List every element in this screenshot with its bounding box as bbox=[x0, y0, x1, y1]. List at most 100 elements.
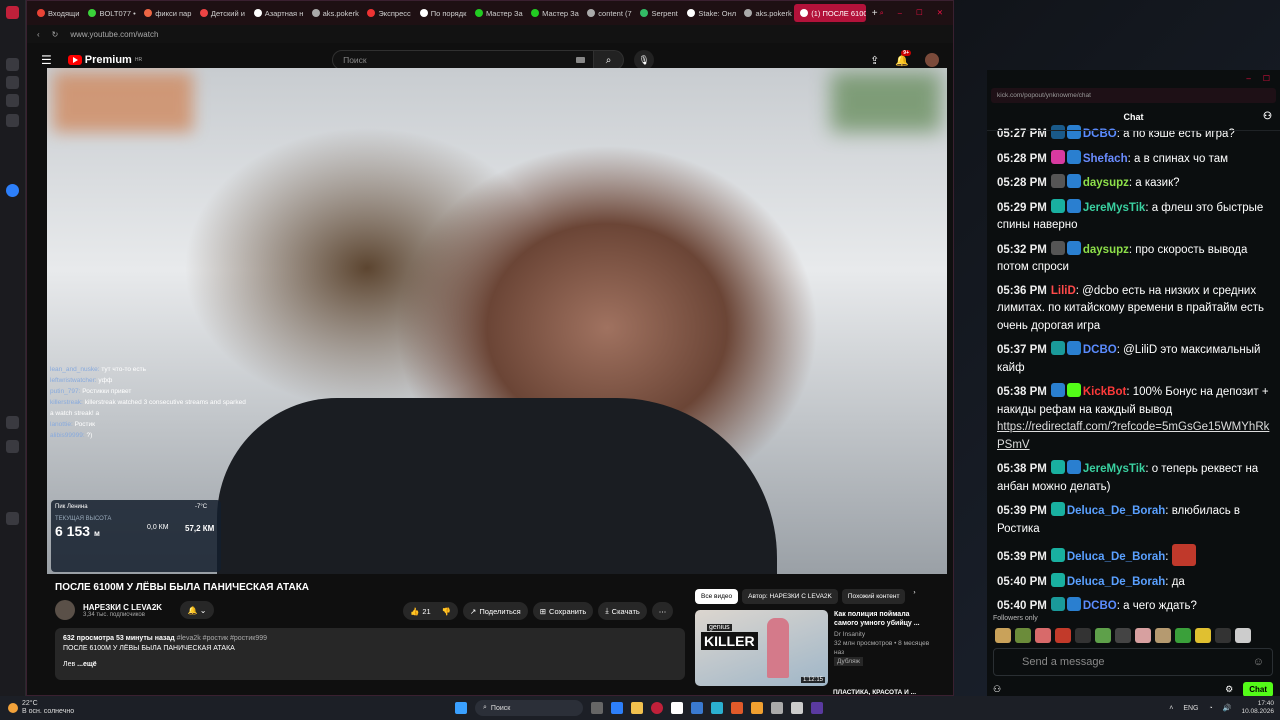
download-button[interactable]: ⤓ Скачать bbox=[598, 602, 647, 620]
channel-name[interactable]: НАРЕЗКИ С LEVA2K bbox=[83, 603, 162, 612]
search-button[interactable]: ⌕ bbox=[594, 50, 625, 70]
message-username[interactable]: JereMysTik bbox=[1083, 202, 1145, 214]
message-username[interactable]: JereMysTik bbox=[1083, 463, 1145, 475]
emote-icon[interactable] bbox=[1215, 628, 1231, 643]
app-icon[interactable] bbox=[771, 702, 783, 714]
sidebar-app-icon[interactable] bbox=[6, 76, 19, 89]
browser-tab[interactable]: По порядк bbox=[414, 4, 467, 22]
sidebar-settings-icon[interactable] bbox=[6, 512, 19, 525]
message-username[interactable]: daysupz bbox=[1083, 244, 1129, 256]
message-username[interactable]: daysupz bbox=[1083, 177, 1129, 189]
emote-icon[interactable] bbox=[1035, 628, 1051, 643]
clock[interactable]: 17:40 10.08.2026 bbox=[1241, 700, 1274, 716]
emote-icon[interactable] bbox=[1075, 628, 1091, 643]
emote-icon[interactable] bbox=[995, 628, 1011, 643]
video-thumbnail[interactable]: genius KILLER 1:12:15 bbox=[695, 610, 828, 686]
recommended-title-next[interactable]: ПЛАСТИКА, КРАСОТА И ... bbox=[833, 689, 916, 696]
address-bar[interactable]: ‹ ↻ www.youtube.com/watch bbox=[27, 25, 953, 43]
emoji-icon[interactable]: ☺ bbox=[1253, 656, 1264, 668]
message-link[interactable]: https://redirectaff.com/?refcode=5mGsGe1… bbox=[997, 421, 1269, 451]
message-username[interactable]: Deluca_De_Borah bbox=[1067, 576, 1165, 588]
sidebar-user-icon[interactable] bbox=[6, 416, 19, 429]
close-icon[interactable]: ✕ bbox=[937, 8, 943, 18]
notifications-icon[interactable]: 🔔 9+ bbox=[895, 49, 911, 67]
sidebar-app-icon[interactable] bbox=[6, 184, 19, 197]
emote-icon[interactable] bbox=[1195, 628, 1211, 643]
emote-icon[interactable] bbox=[1155, 628, 1171, 643]
user-badges-icon[interactable]: ⚇ bbox=[993, 684, 1001, 695]
browser-tab[interactable]: aks.pokerk bbox=[738, 4, 792, 22]
windows-start-icon[interactable] bbox=[455, 702, 467, 714]
dislike-icon[interactable]: 👎 bbox=[442, 607, 451, 616]
chip-author[interactable]: Автор: НАРЕЗКИ С LEVA2K bbox=[742, 589, 838, 604]
opera-logo-icon[interactable] bbox=[6, 6, 19, 19]
emote-icon[interactable] bbox=[1115, 628, 1131, 643]
sidebar-gift-icon[interactable] bbox=[6, 440, 19, 453]
browser-tab[interactable]: Мастер За bbox=[469, 4, 523, 22]
app-icon[interactable] bbox=[751, 702, 763, 714]
youtube-logo[interactable]: Premium HR bbox=[67, 54, 142, 66]
url-text[interactable]: www.youtube.com/watch bbox=[70, 30, 158, 39]
back-icon[interactable]: ‹ bbox=[37, 30, 40, 39]
channel-avatar[interactable] bbox=[55, 600, 75, 620]
browser-tab[interactable]: Входящи bbox=[31, 4, 80, 22]
voice-search-button[interactable]: 🎙 bbox=[634, 50, 655, 70]
subscribe-bell-button[interactable]: 🔔 ⌄ bbox=[180, 601, 215, 619]
maximize-icon[interactable]: ☐ bbox=[916, 8, 923, 18]
video-player[interactable]: lean_and_nuske: тут что-то есть leftwris… bbox=[47, 68, 947, 574]
chat-message-input[interactable]: Send a message ☺ bbox=[993, 648, 1273, 676]
kick-address-bar[interactable]: kick.com/popout/ynknowme/chat bbox=[991, 88, 1276, 103]
app-icon[interactable] bbox=[731, 702, 743, 714]
emote-icon[interactable] bbox=[1175, 628, 1191, 643]
message-username[interactable]: Deluca_De_Borah bbox=[1067, 505, 1165, 517]
message-username[interactable]: Deluca_De_Borah bbox=[1067, 551, 1165, 563]
opera-icon[interactable] bbox=[651, 702, 663, 714]
app-icon[interactable] bbox=[791, 702, 803, 714]
app-icon[interactable] bbox=[811, 702, 823, 714]
emote-icon[interactable] bbox=[1235, 628, 1251, 643]
recommended-channel[interactable]: Dr Insanity bbox=[834, 630, 934, 639]
recommended-title[interactable]: Как полиция поймала самого умного убийцу… bbox=[834, 610, 934, 628]
share-button[interactable]: ↗ Поделиться bbox=[463, 602, 528, 620]
recommended-video[interactable]: genius KILLER 1:12:15 Как полиция поймал… bbox=[695, 610, 934, 686]
like-button[interactable]: 👍 21 👎 bbox=[403, 602, 459, 620]
chevron-up-icon[interactable]: ˄ bbox=[1169, 705, 1173, 712]
minimize-icon[interactable]: – bbox=[1246, 74, 1250, 84]
emote-icon[interactable] bbox=[1095, 628, 1111, 643]
chip-all[interactable]: Все видео bbox=[695, 589, 739, 604]
description-box[interactable]: 632 просмотра 53 минуты назад #leva2k #р… bbox=[55, 628, 685, 680]
browser-tab[interactable]: Экспресс bbox=[361, 4, 411, 22]
search-input[interactable]: Поиск bbox=[332, 50, 595, 70]
browser-tab[interactable]: BOLT077 • bbox=[82, 4, 136, 22]
browser-tab-active[interactable]: (1) ПОСЛЕ 6100 bbox=[794, 4, 866, 22]
message-username[interactable]: DCBO bbox=[1083, 600, 1117, 612]
browser-tab[interactable]: content (7 bbox=[581, 4, 632, 22]
avatar[interactable] bbox=[925, 53, 939, 67]
browser-tab[interactable]: Serpent bbox=[634, 4, 679, 22]
browser-tab[interactable]: фикси пар bbox=[138, 4, 192, 22]
app-icon[interactable] bbox=[711, 702, 723, 714]
message-username[interactable]: KickBot bbox=[1083, 386, 1126, 398]
save-button[interactable]: ⊞ Сохранить bbox=[532, 602, 594, 620]
create-icon[interactable]: ⇪ bbox=[870, 54, 879, 67]
chip-related[interactable]: Похожий контент bbox=[841, 589, 906, 604]
volume-icon[interactable]: 🔊 bbox=[1223, 704, 1232, 712]
browser-tab[interactable]: Детский и bbox=[194, 4, 246, 22]
wifi-icon[interactable]: ◔ bbox=[1209, 705, 1213, 712]
message-username[interactable]: Shefach bbox=[1083, 153, 1128, 165]
message-username[interactable]: DCBO bbox=[1083, 344, 1117, 356]
emote-icon[interactable] bbox=[1015, 628, 1031, 643]
chat-send-button[interactable]: Chat bbox=[1243, 682, 1273, 697]
app-icon[interactable] bbox=[691, 702, 703, 714]
emote-icon[interactable] bbox=[1055, 628, 1071, 643]
sidebar-app-icon[interactable] bbox=[6, 114, 19, 127]
app-icon[interactable] bbox=[611, 702, 623, 714]
reload-icon[interactable]: ↻ bbox=[52, 30, 59, 39]
yandex-icon[interactable] bbox=[671, 702, 683, 714]
settings-icon[interactable]: ⚙ bbox=[1225, 684, 1233, 695]
sidebar-app-icon[interactable] bbox=[6, 94, 19, 107]
sidebar-app-icon[interactable] bbox=[6, 58, 19, 71]
new-tab-icon[interactable]: + bbox=[872, 8, 878, 19]
language-indicator[interactable]: ENG bbox=[1183, 705, 1198, 712]
show-more-link[interactable]: ...ещё bbox=[77, 661, 97, 668]
